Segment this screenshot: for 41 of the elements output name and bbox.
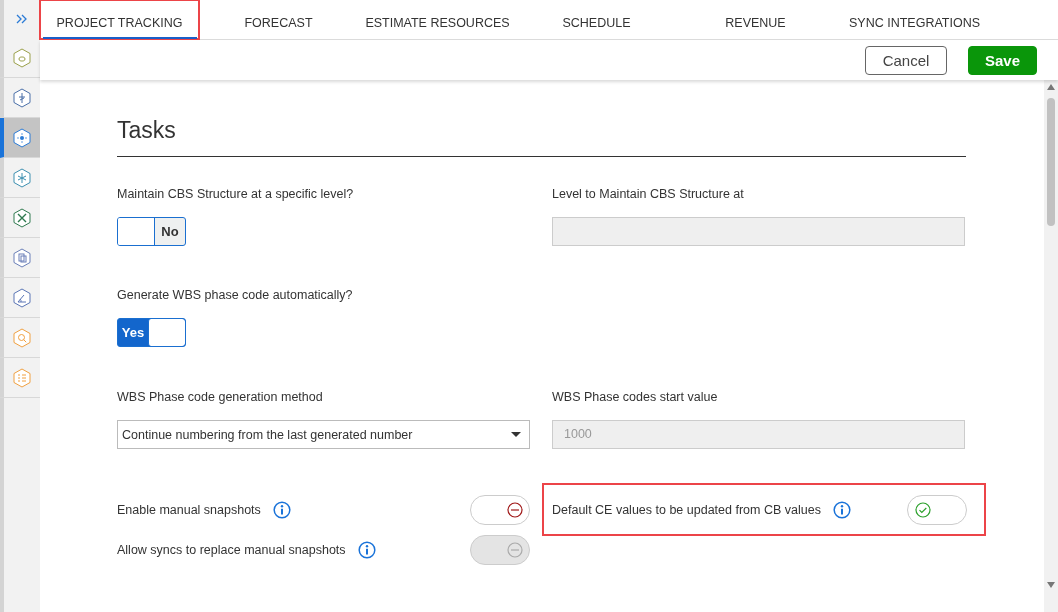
minus-circle-icon [507,502,523,518]
hexagon-icon [12,327,32,348]
toggle-switch[interactable] [470,495,530,525]
tab[interactable]: ESTIMATE RESOURCES [358,0,517,39]
hexagon-icon [12,127,32,148]
section-title: Tasks [117,116,966,157]
toggle-switch[interactable]: Yes [117,318,186,347]
hexagon-icon [12,207,32,228]
hexagon-icon [12,287,32,308]
dropdown[interactable]: Continue numbering from the last generated number [117,420,530,449]
sidebar-item[interactable] [0,118,40,158]
cancel-button[interactable]: Cancel [865,45,947,75]
option-label: Allow syncs to replace manual snapshots [117,543,346,557]
tab[interactable]: SYNC INTEGRATIONS [835,0,994,39]
toggle-switch[interactable] [907,495,967,525]
option-label: Default CE values to be updated from CB values [552,503,821,517]
field-label: WBS Phase codes start value [552,389,719,406]
hexagon-icon [12,47,32,68]
option-label: Enable manual snapshots [117,503,261,517]
expand-chevron-icon[interactable] [16,14,28,24]
tab[interactable]: REVENUE [676,0,835,39]
field-label: WBS Phase code generation method [117,389,324,406]
save-button[interactable]: Save [968,45,1037,75]
hexagon-icon [12,247,32,268]
toggle-switch[interactable]: No [117,217,186,246]
info-icon[interactable] [357,541,376,559]
info-icon[interactable] [272,501,291,519]
field-label: Maintain CBS Structure at a specific level? [117,186,355,203]
tab[interactable]: SCHEDULE [517,0,676,39]
tab[interactable]: FORECAST [199,0,358,39]
hexagon-icon [12,87,32,108]
minus-circle-icon [507,542,523,558]
hexagon-icon [12,167,32,188]
info-icon[interactable] [832,501,851,519]
check-circle-icon [915,502,931,518]
field-label: Generate WBS phase code automatically? [117,287,354,304]
field-label: Level to Maintain CBS Structure at [552,186,745,203]
hexagon-icon [12,367,32,388]
tab[interactable]: PROJECT TRACKING [40,0,199,39]
caret-icon [511,432,521,437]
scrollbar[interactable] [1044,80,1058,612]
